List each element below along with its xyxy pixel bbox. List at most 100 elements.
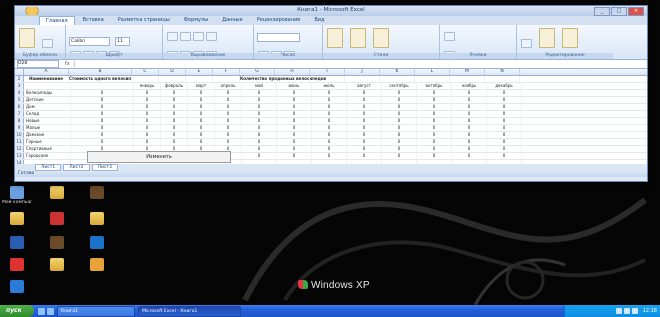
cell[interactable]: 0 xyxy=(71,104,134,110)
cell[interactable]: 0 xyxy=(487,125,522,131)
cell[interactable]: 0 xyxy=(312,153,347,159)
conditional-format-button[interactable] xyxy=(327,28,343,48)
cell[interactable] xyxy=(277,160,312,164)
cell[interactable]: 0 xyxy=(215,104,242,110)
number-format-select[interactable] xyxy=(257,33,300,42)
cell[interactable]: февраль xyxy=(161,83,188,89)
cell[interactable]: 0 xyxy=(188,118,215,124)
cell[interactable]: 0 xyxy=(242,125,277,131)
cell[interactable]: 0 xyxy=(382,146,417,152)
cell[interactable]: 0 xyxy=(277,132,312,138)
cell[interactable]: Новые xyxy=(24,118,71,124)
ribbon-tab[interactable]: Данные xyxy=(216,16,249,25)
row-number[interactable]: 6 xyxy=(15,104,24,110)
font-name-select[interactable]: Calibri xyxy=(69,37,110,46)
edit-popup[interactable]: Изменить xyxy=(87,151,231,163)
cell[interactable]: май xyxy=(242,83,277,89)
cell[interactable]: Велосипеды xyxy=(24,90,71,96)
cell[interactable] xyxy=(347,160,382,164)
cell[interactable]: 0 xyxy=(382,104,417,110)
cell[interactable]: 0 xyxy=(487,132,522,138)
cell[interactable]: 0 xyxy=(312,97,347,103)
cell[interactable]: 0 xyxy=(312,132,347,138)
cell[interactable]: 0 xyxy=(242,153,277,159)
cell[interactable]: 0 xyxy=(417,146,452,152)
excel-window[interactable]: Книга1 - Microsoft Excel _ □ × Главная Вс… xyxy=(14,5,648,182)
cell[interactable]: 0 xyxy=(188,132,215,138)
ie-icon[interactable] xyxy=(38,307,45,315)
cell[interactable]: апрель xyxy=(215,83,242,89)
cell[interactable]: 0 xyxy=(134,104,161,110)
cell[interactable]: 0 xyxy=(277,139,312,145)
cell[interactable]: 0 xyxy=(487,111,522,117)
desktop-icon[interactable] xyxy=(2,280,32,294)
cell[interactable]: Городские xyxy=(24,153,71,159)
cell[interactable]: 0 xyxy=(161,97,188,103)
cell[interactable]: Стоимость одного велосипеда xyxy=(69,76,132,82)
sheet-tab[interactable]: Лист3 xyxy=(91,164,118,171)
cell[interactable]: 0 xyxy=(188,90,215,96)
column-header[interactable]: L xyxy=(415,69,450,75)
column-header[interactable]: D xyxy=(159,69,186,75)
cell[interactable]: 0 xyxy=(487,90,522,96)
cell[interactable]: Дом xyxy=(24,104,71,110)
font-size-select[interactable]: 11 xyxy=(115,37,131,46)
column-header[interactable]: B xyxy=(69,69,132,75)
cell[interactable] xyxy=(24,160,71,164)
taskbar-button-folder[interactable]: Книга1 xyxy=(57,305,135,317)
name-box[interactable]: O28 xyxy=(17,60,59,68)
spreadsheet-grid[interactable]: ABCDEFGHIJKLMN 2 Наименование Стоимость од… xyxy=(15,69,647,164)
cell[interactable]: 0 xyxy=(382,97,417,103)
network-icon[interactable] xyxy=(615,308,622,314)
cell[interactable]: 0 xyxy=(71,97,134,103)
cell[interactable]: 0 xyxy=(347,125,382,131)
row-number[interactable]: 7 xyxy=(15,111,24,117)
cell[interactable]: 0 xyxy=(277,153,312,159)
autosum-icon[interactable] xyxy=(521,39,532,48)
cell[interactable]: Малые xyxy=(24,125,71,131)
cell[interactable]: сентябрь xyxy=(382,83,417,89)
cell[interactable]: 0 xyxy=(277,125,312,131)
row-number[interactable]: 4 xyxy=(15,90,24,96)
column-header[interactable]: I xyxy=(310,69,345,75)
cell[interactable]: 0 xyxy=(134,125,161,131)
cell[interactable]: 0 xyxy=(452,111,487,117)
column-header[interactable]: F xyxy=(213,69,240,75)
taskbar-button-excel[interactable]: Microsoft Excel - Книга1 xyxy=(138,305,241,317)
cell[interactable]: 0 xyxy=(312,139,347,145)
cell[interactable]: 0 xyxy=(452,132,487,138)
desktop-icon[interactable] xyxy=(2,212,32,226)
cell[interactable]: 0 xyxy=(242,97,277,103)
language-icon[interactable] xyxy=(631,308,638,314)
cell[interactable]: 0 xyxy=(312,104,347,110)
desktop-icon[interactable] xyxy=(82,236,112,250)
cell[interactable] xyxy=(24,83,71,89)
cell[interactable]: 0 xyxy=(242,111,277,117)
row-number[interactable]: 13 xyxy=(15,153,24,159)
cell[interactable]: 0 xyxy=(417,104,452,110)
desktop-icon[interactable] xyxy=(42,236,72,250)
cell[interactable]: 0 xyxy=(242,104,277,110)
column-header[interactable]: G xyxy=(240,69,275,75)
cell[interactable] xyxy=(275,76,310,82)
desktop-icon[interactable] xyxy=(42,258,72,272)
cell-styles-button[interactable] xyxy=(373,28,390,48)
cell[interactable]: 0 xyxy=(452,125,487,131)
cell[interactable]: Горные xyxy=(24,139,71,145)
cell[interactable] xyxy=(159,76,186,82)
cell[interactable]: 0 xyxy=(347,97,382,103)
desktop-icon[interactable] xyxy=(2,258,32,272)
cell[interactable]: 0 xyxy=(347,139,382,145)
cell[interactable] xyxy=(310,76,345,82)
cell[interactable]: 0 xyxy=(161,125,188,131)
find-select-button[interactable] xyxy=(562,28,579,48)
cell[interactable]: 0 xyxy=(347,146,382,152)
align-top-button[interactable] xyxy=(167,32,178,41)
column-header[interactable]: A xyxy=(24,69,69,75)
cell[interactable]: 0 xyxy=(312,90,347,96)
cell[interactable] xyxy=(450,76,485,82)
cell[interactable] xyxy=(132,76,159,82)
cell[interactable]: 0 xyxy=(382,132,417,138)
cell[interactable]: 0 xyxy=(417,153,452,159)
sheet-tab[interactable]: Лист1 xyxy=(35,164,62,171)
